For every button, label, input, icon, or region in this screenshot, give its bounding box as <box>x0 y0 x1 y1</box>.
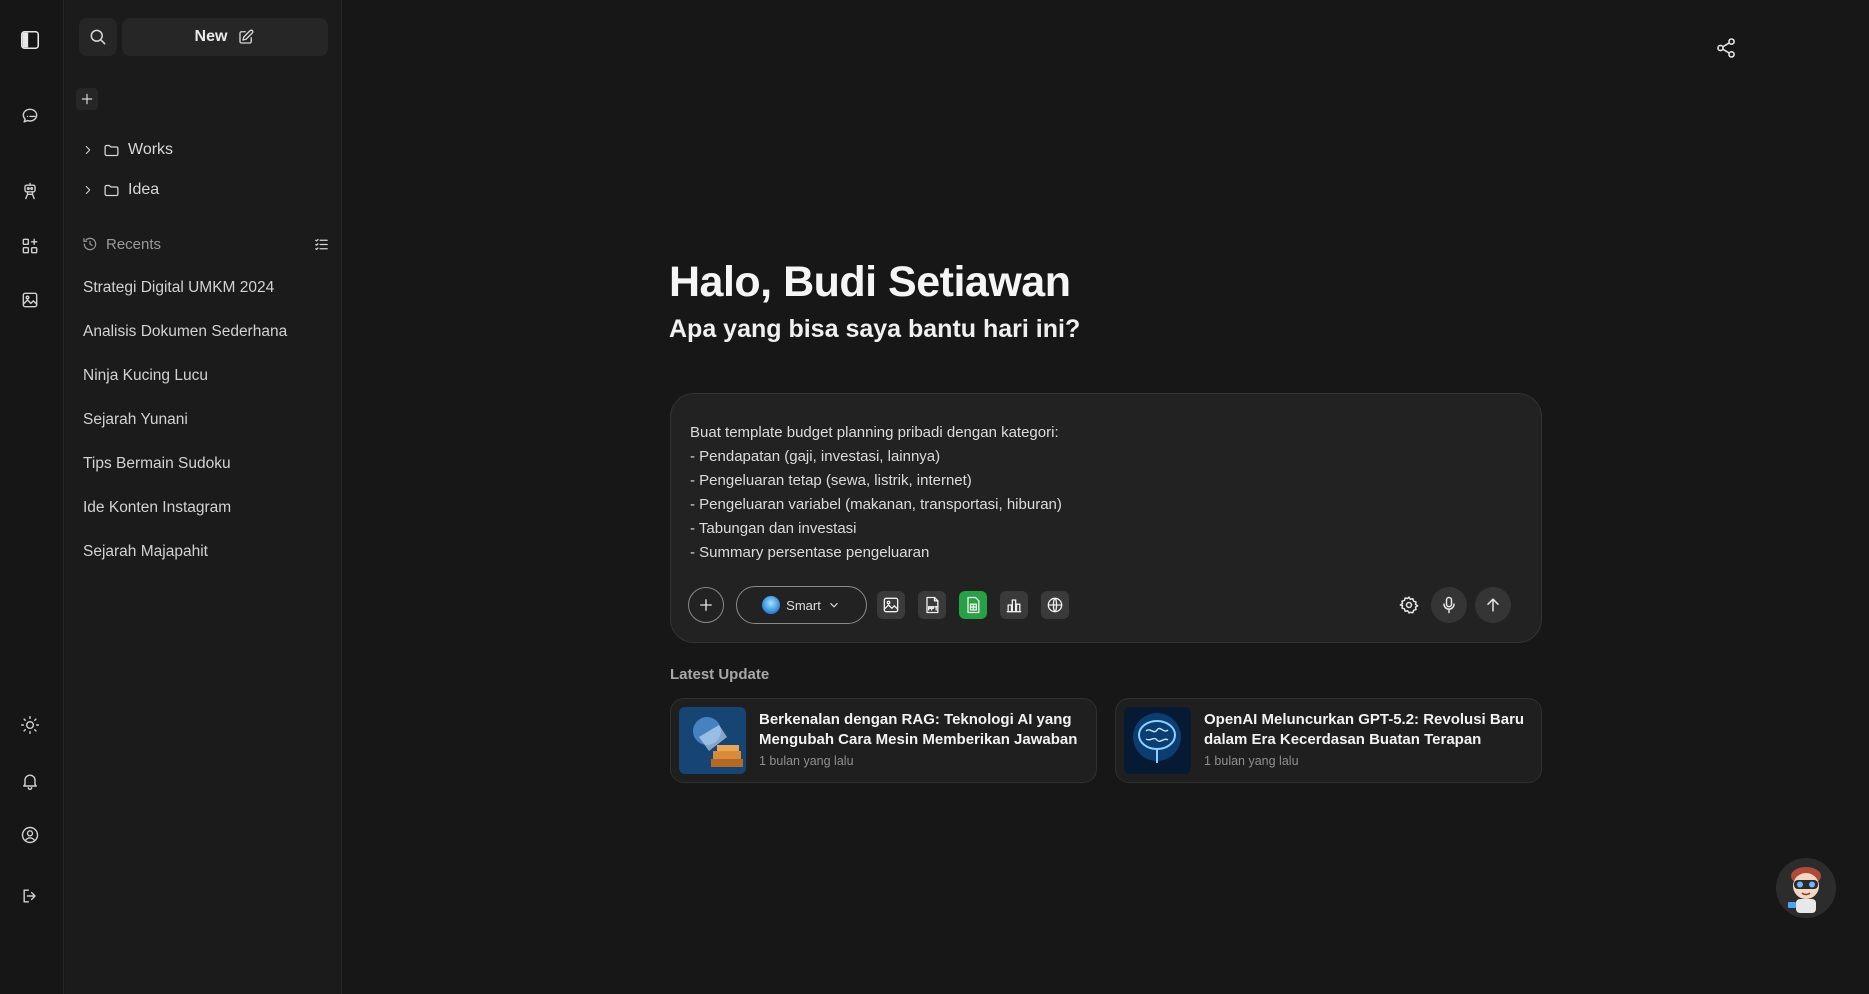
image-tool-button[interactable] <box>877 591 905 619</box>
sheet-tool-button[interactable] <box>959 591 987 619</box>
news-card[interactable]: Berkenalan dengan RAG: Teknologi AI yang… <box>670 698 1097 783</box>
recent-item[interactable]: Ide Konten Instagram <box>83 497 231 519</box>
chevron-right-icon <box>85 145 91 155</box>
image-icon[interactable] <box>16 286 44 314</box>
chevron-right-icon <box>85 185 91 195</box>
gpt-article-thumbnail <box>1124 707 1191 774</box>
robot-icon[interactable] <box>16 177 44 205</box>
arrow-up-icon <box>1487 598 1499 612</box>
news-card[interactable]: OpenAI Meluncurkan GPT-5.2: Revolusi Bar… <box>1115 698 1542 783</box>
recent-item[interactable]: Analisis Dokumen Sederhana <box>83 321 287 343</box>
prompt-input[interactable]: Buat template budget planning pribadi de… <box>690 421 1510 565</box>
sidebar-toggle-icon[interactable] <box>16 26 44 54</box>
recents-header: Recents <box>82 232 330 256</box>
icon-rail <box>0 0 64 994</box>
share-button[interactable] <box>1712 34 1740 62</box>
send-button[interactable] <box>1475 587 1511 623</box>
settings-button[interactable] <box>1391 587 1427 623</box>
chat-icon[interactable] <box>16 102 44 130</box>
folder-label: Idea <box>128 181 160 198</box>
assistant-avatar-button[interactable] <box>1776 858 1836 918</box>
web-tool-button[interactable] <box>1041 591 1069 619</box>
apps-icon[interactable] <box>16 232 44 260</box>
plus-icon <box>81 93 93 105</box>
spreadsheet-icon <box>967 596 980 614</box>
bell-icon[interactable] <box>16 767 44 795</box>
chevron-down-icon <box>829 602 838 608</box>
ppt-tool-button[interactable] <box>918 591 946 619</box>
model-label: Smart <box>786 597 821 613</box>
chart-tool-button[interactable] <box>1000 591 1028 619</box>
sun-icon[interactable] <box>16 711 44 739</box>
prompt-composer: Buat template budget planning pribadi de… <box>670 393 1542 643</box>
rag-article-thumbnail <box>679 707 746 774</box>
recent-item[interactable]: Sejarah Majapahit <box>83 541 208 563</box>
new-chat-button[interactable]: New <box>122 18 328 56</box>
sidebar: New Works Idea Recents Strategi Digital … <box>65 0 342 994</box>
image-icon <box>883 597 899 613</box>
add-folder-button[interactable] <box>76 88 98 110</box>
plus-icon <box>700 599 712 611</box>
model-selector[interactable]: Smart <box>736 586 867 624</box>
new-chat-label: New <box>194 28 228 45</box>
voice-button[interactable] <box>1431 587 1467 623</box>
edit-icon <box>239 29 254 44</box>
user-icon[interactable] <box>16 821 44 849</box>
search-icon <box>90 29 106 45</box>
search-button[interactable] <box>79 18 117 56</box>
folder-idea[interactable]: Idea <box>81 178 159 202</box>
history-icon <box>83 237 97 251</box>
list-icon[interactable] <box>313 236 330 253</box>
news-card-time: 1 bulan yang lalu <box>1204 754 1299 768</box>
news-card-title: Berkenalan dengan RAG: Teknologi AI yang… <box>759 711 1078 748</box>
ppt-file-icon <box>926 596 939 614</box>
folder-icon <box>104 144 119 156</box>
gear-icon <box>1399 596 1419 614</box>
recent-item[interactable]: Strategi Digital UMKM 2024 <box>83 277 274 299</box>
logout-icon[interactable] <box>16 882 44 910</box>
recent-item[interactable]: Ninja Kucing Lucu <box>83 365 208 387</box>
microphone-icon <box>1443 596 1455 614</box>
folder-icon <box>104 184 119 196</box>
recents-label: Recents <box>106 235 162 253</box>
greeting-subtitle: Apa yang bisa saya bantu hari ini? <box>669 315 1081 343</box>
folder-works[interactable]: Works <box>81 138 173 162</box>
latest-update-heading: Latest Update <box>670 666 770 683</box>
greeting-title: Halo, Budi Setiawan <box>669 258 1071 306</box>
news-card-title: OpenAI Meluncurkan GPT-5.2: Revolusi Bar… <box>1204 711 1525 748</box>
globe-icon <box>1047 597 1063 613</box>
bar-chart-icon <box>1006 599 1022 613</box>
recent-item[interactable]: Tips Bermain Sudoku <box>83 453 231 475</box>
folder-label: Works <box>128 141 174 158</box>
model-logo-icon <box>762 596 781 614</box>
share-icon <box>1717 38 1735 58</box>
recent-item[interactable]: Sejarah Yunani <box>83 409 188 431</box>
attach-button[interactable] <box>688 587 724 623</box>
robot-mascot-icon <box>1776 858 1836 918</box>
news-card-time: 1 bulan yang lalu <box>759 754 854 768</box>
